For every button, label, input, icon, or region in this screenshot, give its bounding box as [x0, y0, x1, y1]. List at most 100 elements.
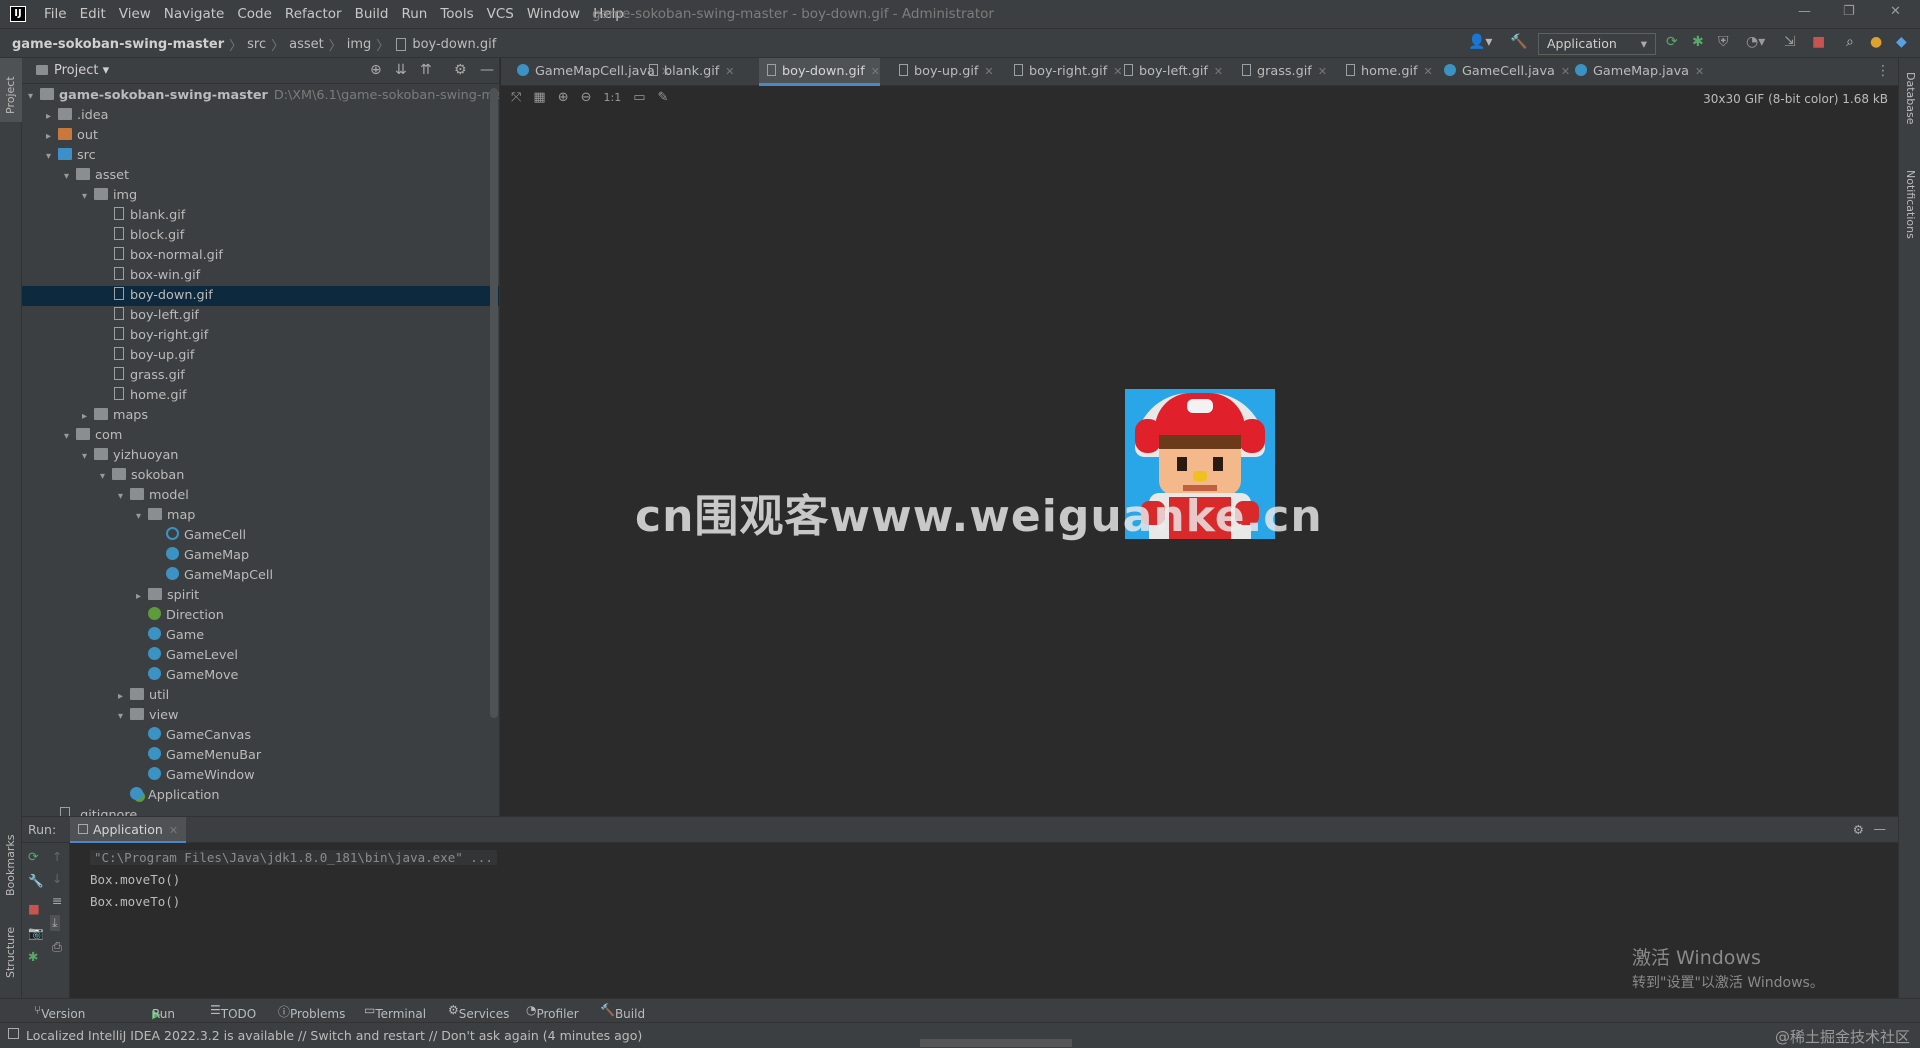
zoom-to-fit-icon[interactable]: ⤧	[511, 90, 521, 105]
tree-item[interactable]: ▾ model	[22, 486, 499, 507]
close-icon[interactable]: ✕	[1890, 4, 1901, 19]
tool-version-control[interactable]: ⑂ Version Control	[34, 1003, 85, 1035]
expand-all-icon[interactable]: ⇊	[395, 62, 407, 78]
tree-item[interactable]: GameCell	[22, 526, 499, 546]
tree-item[interactable]: ▾ view	[22, 706, 499, 726]
tree-item[interactable]: GameMove	[22, 666, 499, 686]
editor-tab[interactable]: GameMap.java ✕	[1567, 58, 1704, 86]
ide-features-icon[interactable]: ◆	[1896, 34, 1907, 50]
rerun-icon[interactable]: ⟳	[28, 849, 38, 864]
status-message[interactable]: Localized IntelliJ IDEA 2022.3.2 is avai…	[26, 1028, 642, 1043]
editor-tab[interactable]: boy-left.gif ✕	[1116, 58, 1223, 86]
editor-tab[interactable]: boy-up.gif ✕	[891, 58, 994, 86]
grid-icon[interactable]: ▦	[533, 90, 545, 105]
tree-item[interactable]: boy-down.gif	[22, 286, 499, 306]
project-panel-title[interactable]: Project ▾	[54, 63, 109, 78]
tree-item[interactable]: ▾ map	[22, 506, 499, 527]
down-arrow-icon[interactable]: ↓	[52, 871, 62, 886]
up-arrow-icon[interactable]: ↑	[52, 849, 62, 864]
breadcrumb-src[interactable]: src	[247, 37, 266, 52]
console-output[interactable]: "C:\Program Files\Java\jdk1.8.0_181\bin\…	[90, 847, 497, 913]
chevron-down-icon[interactable]: ▾	[136, 507, 148, 527]
tree-item[interactable]: GameMapCell	[22, 566, 499, 586]
zoom-out-icon[interactable]: ⊖	[581, 90, 592, 105]
gear-icon[interactable]: ⚙	[454, 62, 467, 78]
background-icon[interactable]: ▭	[633, 90, 645, 105]
chevron-right-icon[interactable]: ▸	[46, 127, 58, 147]
chevron-down-icon[interactable]: ▾	[82, 187, 94, 207]
structure-tool-label[interactable]: Structure	[4, 927, 17, 978]
menu-tools[interactable]: Tools	[440, 6, 473, 22]
tree-item[interactable]: Application	[22, 786, 499, 806]
chevron-down-icon[interactable]: ▾	[28, 87, 40, 107]
editor-tab[interactable]: boy-down.gif ✕	[759, 58, 880, 86]
actual-size-icon[interactable]: 1:1	[604, 91, 622, 104]
tool-build[interactable]: 🔨 Build	[600, 1003, 645, 1021]
menu-view[interactable]: View	[119, 6, 151, 22]
hide-panel-icon[interactable]: —	[480, 62, 494, 78]
tree-item[interactable]: grass.gif	[22, 366, 499, 386]
tree-item[interactable]: ▸ maps	[22, 406, 499, 427]
gear-icon[interactable]: ⚙	[1853, 822, 1864, 837]
tree-item[interactable]: ▸ spirit	[22, 586, 499, 607]
close-tab-icon[interactable]: ✕	[1214, 65, 1223, 78]
editor-tab[interactable]: grass.gif ✕	[1234, 58, 1327, 86]
close-tab-icon[interactable]: ✕	[1318, 65, 1327, 78]
zoom-in-icon[interactable]: ⊕	[558, 90, 569, 105]
soft-wrap-icon[interactable]: ≡	[52, 893, 62, 908]
user-icon[interactable]: 👤▾	[1468, 34, 1492, 50]
tool-services[interactable]: ⚙ Services	[448, 1003, 509, 1021]
close-tab-icon[interactable]: ✕	[1695, 65, 1704, 78]
coverage-icon[interactable]: ⛨	[1718, 34, 1729, 50]
breadcrumb-project[interactable]: game-sokoban-swing-master	[12, 37, 224, 52]
intellij-logo-icon[interactable]: IJ	[10, 6, 26, 22]
tree-item[interactable]: GameMap	[22, 546, 499, 566]
more-tabs-icon[interactable]: ⋮	[1876, 63, 1890, 79]
build-hammer-icon[interactable]: 🔨	[1510, 34, 1527, 50]
tree-item[interactable]: boy-left.gif	[22, 306, 499, 326]
editor-tab[interactable]: blank.gif ✕	[641, 58, 735, 86]
run-tab-application[interactable]: Application ✕	[70, 817, 187, 843]
breadcrumb-img[interactable]: img	[347, 37, 372, 52]
close-tab-icon[interactable]: ✕	[169, 824, 178, 837]
chevron-right-icon[interactable]: ▸	[82, 407, 94, 427]
tree-item[interactable]: ▾ yizhuoyan	[22, 446, 499, 467]
debug-icon[interactable]: ✱	[28, 949, 38, 964]
tree-item[interactable]: ▾ asset	[22, 166, 499, 186]
tree-item[interactable]: ▾ sokoban	[22, 466, 499, 487]
minimize-icon[interactable]: —	[1798, 4, 1811, 19]
tool-problems[interactable]: ⓘ Problems	[278, 1003, 345, 1021]
project-tool-label[interactable]: Project	[4, 76, 17, 114]
tree-item[interactable]: GameWindow	[22, 766, 499, 786]
run-configuration-select[interactable]: Application ▾	[1538, 33, 1656, 55]
breadcrumb-asset[interactable]: asset	[289, 37, 324, 52]
search-icon[interactable]: ⌕	[1846, 34, 1854, 50]
tree-item[interactable]: home.gif	[22, 386, 499, 406]
chevron-down-icon[interactable]: ▾	[82, 447, 94, 467]
tree-item[interactable]: blank.gif	[22, 206, 499, 226]
tree-item[interactable]: ▾ src	[22, 146, 499, 166]
chevron-down-icon[interactable]: ▾	[100, 467, 112, 487]
tree-item[interactable]: ▾ img	[22, 186, 499, 207]
chevron-right-icon[interactable]: ▸	[136, 587, 148, 607]
tree-item[interactable]: Direction	[22, 606, 499, 626]
menu-build[interactable]: Build	[355, 6, 389, 22]
restore-icon[interactable]: ❐	[1843, 4, 1855, 19]
chevron-down-icon[interactable]: ▾	[118, 487, 130, 507]
collapse-all-icon[interactable]: ⇈	[420, 62, 432, 78]
editor-tab[interactable]: boy-right.gif ✕	[1006, 58, 1122, 86]
menu-edit[interactable]: Edit	[80, 6, 106, 22]
chevron-right-icon[interactable]: ▸	[118, 687, 130, 707]
rerun-icon[interactable]: ⟳	[1666, 34, 1678, 50]
tree-item[interactable]: ▸ .idea	[22, 106, 499, 126]
hide-panel-icon[interactable]: —	[1874, 821, 1887, 836]
tree-item[interactable]: GameMenuBar	[22, 746, 499, 766]
tree-item[interactable]: .gitignore	[22, 806, 499, 816]
close-tab-icon[interactable]: ✕	[725, 65, 734, 78]
stop-icon[interactable]: ■	[28, 901, 40, 916]
close-tab-icon[interactable]: ✕	[984, 65, 993, 78]
wrench-icon[interactable]: 🔧	[28, 873, 44, 889]
tree-item[interactable]: GameLevel	[22, 646, 499, 666]
tree-item[interactable]: boy-up.gif	[22, 346, 499, 366]
tree-item[interactable]: box-normal.gif	[22, 246, 499, 266]
